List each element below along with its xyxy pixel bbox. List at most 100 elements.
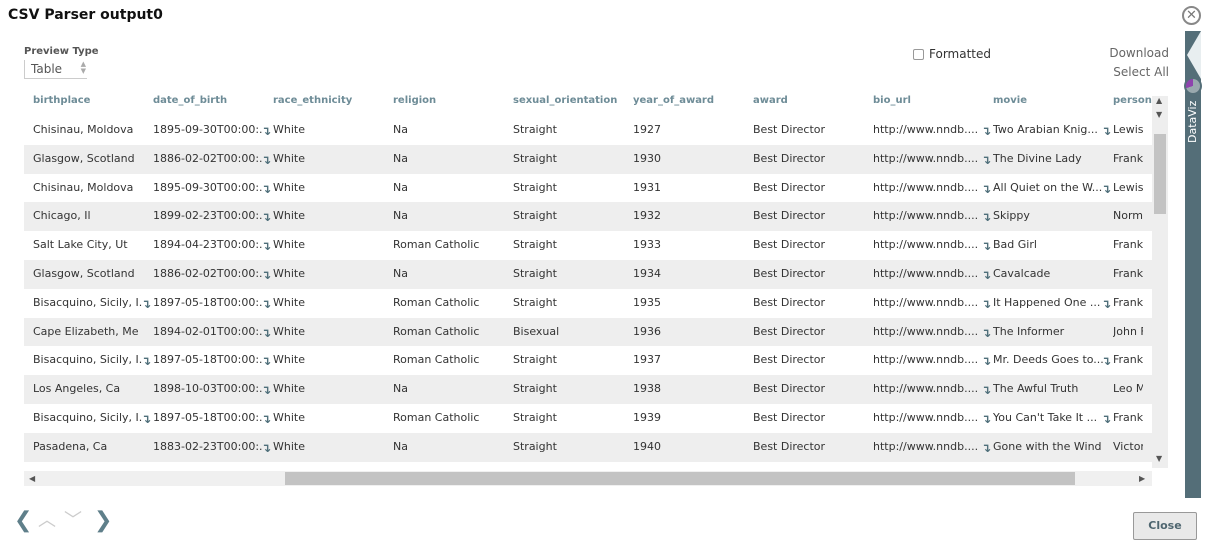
cell-movie: Two Arabian Knig... [993, 123, 1098, 136]
cell-date-of-birth: 1886-02-02T00:00:... [153, 151, 263, 165]
scroll-left-icon[interactable]: ◀ [29, 474, 35, 483]
cell-sexual-orientation: Straight [513, 209, 557, 223]
expand-cell-icon[interactable]: ↴ [141, 289, 151, 319]
cell-date-of-birth: 1886-02-02T00:00:... [153, 267, 263, 280]
table-row[interactable]: Cape Elizabeth, Me 1894-02-01T00:00:... ↴ W… [24, 317, 1152, 348]
expand-cell-icon[interactable]: ↴ [261, 318, 271, 348]
cell-movie: The Awful Truth [993, 382, 1079, 396]
dataviz-panel-tab[interactable]: DataViz [1184, 31, 1202, 498]
up-icon[interactable]: ︿ [38, 510, 56, 532]
expand-cell-icon[interactable]: ↴ [261, 116, 271, 146]
dataviz-label: DataViz [1186, 100, 1199, 144]
select-all-link[interactable]: Select All [1113, 65, 1169, 79]
expand-cell-icon[interactable]: ↴ [1101, 289, 1111, 319]
expand-cell-icon[interactable]: ↴ [261, 404, 271, 434]
formatted-checkbox[interactable] [913, 48, 924, 60]
horizontal-scroll-thumb[interactable] [285, 472, 1075, 485]
cell-date-of-birth: 1897-05-18T00:00:... [153, 295, 263, 309]
expand-cell-icon[interactable]: ↴ [981, 145, 991, 175]
cell-year-of-award: 1938 [633, 382, 661, 396]
cell-sexual-orientation: Straight [513, 238, 557, 252]
table-row[interactable]: Los Angeles, Ca 1898-10-03T00:00:... ↴ Whit… [24, 375, 1152, 404]
table-row[interactable]: Salt Lake City, Ut 1894-04-23T00:00:... ↴ W… [24, 231, 1152, 260]
expand-cell-icon[interactable]: ↴ [981, 375, 991, 405]
expand-cell-icon[interactable]: ↴ [981, 404, 991, 434]
cell-religion: Na [393, 209, 408, 223]
column-header-sexual-orientation[interactable]: sexual_orientation [513, 95, 617, 106]
down-icon[interactable]: ﹀ [64, 510, 82, 532]
expand-cell-icon[interactable]: ↴ [1101, 116, 1111, 146]
table-row[interactable]: Bisacquino, Sicily, I... ↴ 1897-05-18T00:0… [24, 404, 1152, 433]
expand-cell-icon[interactable]: ↴ [261, 289, 271, 319]
scroll-up-icon[interactable]: ▲ [1156, 96, 1162, 105]
expand-cell-icon[interactable]: ↴ [981, 318, 991, 348]
cell-race-ethnicity: White [273, 238, 305, 252]
expand-cell-icon[interactable]: ↴ [261, 231, 271, 261]
expand-cell-icon[interactable]: ↴ [1101, 404, 1111, 434]
column-header-award[interactable]: award [753, 95, 788, 106]
collapse-arrow-icon[interactable] [1187, 31, 1201, 79]
expand-cell-icon[interactable]: ↴ [981, 260, 991, 290]
table-row[interactable]: Chicago, Il 1899-02-23T00:00:... ↴ White Na S… [24, 202, 1152, 232]
expand-cell-icon[interactable]: ↴ [981, 116, 991, 146]
column-header-race-ethnicity[interactable]: race_ethnicity [273, 95, 352, 106]
table-row[interactable]: Bisacquino, Sicily, I... ↴ 1897-05-18T00:0… [24, 289, 1152, 318]
scroll-down-icon[interactable]: ▼ [1156, 110, 1162, 119]
expand-cell-icon[interactable]: ↴ [261, 433, 271, 463]
table-row[interactable]: Chisinau, Moldova 1895-09-30T00:00:... ↴ Wh… [24, 174, 1152, 203]
column-header-year-of-award[interactable]: year_of_award [633, 95, 714, 106]
table-row[interactable]: Pasadena, Ca 1883-02-23T00:00:... ↴ White Na… [24, 432, 1152, 463]
expand-cell-icon[interactable]: ↴ [141, 346, 151, 376]
download-link[interactable]: Download [1109, 46, 1169, 60]
vertical-scroll-thumb[interactable] [1154, 134, 1166, 214]
expand-cell-icon[interactable]: ↴ [981, 231, 991, 261]
cell-birthplace: Salt Lake City, Ut [33, 238, 128, 252]
preview-type-select[interactable]: Table ▲ ▼ [24, 60, 87, 79]
cell-birthplace: Cape Elizabeth, Me [33, 324, 139, 338]
table-row[interactable]: Chisinau, Moldova 1895-09-30T00:00:... ↴ Wh… [24, 116, 1152, 145]
cell-birthplace: Chisinau, Moldova [33, 123, 134, 136]
expand-cell-icon[interactable]: ↴ [261, 174, 271, 204]
cell-year-of-award: 1935 [633, 295, 661, 309]
cell-religion: Na [393, 382, 408, 396]
horizontal-scrollbar[interactable]: ◀ ▶ [24, 471, 1152, 486]
cell-person: Lewis M [1113, 180, 1143, 194]
cell-movie: Skippy [993, 209, 1030, 223]
column-header-date-of-birth[interactable]: date_of_birth [153, 95, 227, 106]
previous-icon[interactable]: ❮ [14, 510, 32, 532]
cell-date-of-birth: 1897-05-18T00:00:... [153, 353, 263, 367]
close-button[interactable]: Close [1133, 512, 1197, 540]
cell-person: Lewis M [1113, 123, 1143, 136]
expand-cell-icon[interactable]: ↴ [981, 346, 991, 376]
column-header-religion[interactable]: religion [393, 95, 436, 106]
column-header-movie[interactable]: movie [993, 95, 1027, 106]
expand-cell-icon[interactable]: ↴ [981, 202, 991, 232]
cell-religion: Roman Catholic [393, 411, 480, 424]
expand-cell-icon[interactable]: ↴ [1101, 174, 1111, 204]
expand-cell-icon[interactable]: ↴ [981, 433, 991, 463]
expand-cell-icon[interactable]: ↴ [261, 346, 271, 376]
formatted-toggle[interactable]: Formatted [913, 47, 991, 61]
vertical-scrollbar[interactable]: ▲ ▼ ▼ [1152, 96, 1168, 468]
column-header-birthplace[interactable]: birthplace [33, 95, 90, 106]
table-row[interactable]: Glasgow, Scotland 1886-02-02T00:00:... ↴ Wh… [24, 144, 1152, 175]
table-row[interactable]: Bisacquino, Sicily, I... ↴ 1897-05-18T00:0… [24, 346, 1152, 375]
expand-cell-icon[interactable]: ↴ [1101, 346, 1111, 376]
close-dialog-icon[interactable]: ✕ [1182, 6, 1201, 25]
expand-cell-icon[interactable]: ↴ [141, 404, 151, 434]
cell-date-of-birth: 1895-09-30T00:00:... [153, 180, 263, 194]
cell-sexual-orientation: Straight [513, 439, 557, 453]
scroll-down-end-icon[interactable]: ▼ [1156, 454, 1162, 463]
expand-cell-icon[interactable]: ↴ [981, 174, 991, 204]
expand-cell-icon[interactable]: ↴ [261, 375, 271, 405]
column-header-person[interactable]: person [1113, 95, 1152, 106]
expand-cell-icon[interactable]: ↴ [261, 145, 271, 175]
column-header-bio-url[interactable]: bio_url [873, 95, 911, 106]
scroll-right-icon[interactable]: ▶ [1139, 474, 1145, 483]
expand-cell-icon[interactable]: ↴ [261, 260, 271, 290]
cell-sexual-orientation: Straight [513, 411, 557, 424]
expand-cell-icon[interactable]: ↴ [981, 289, 991, 319]
expand-cell-icon[interactable]: ↴ [261, 202, 271, 232]
next-icon[interactable]: ❯ [94, 510, 112, 532]
table-row[interactable]: Glasgow, Scotland 1886-02-02T00:00:... ↴ Wh… [24, 260, 1152, 289]
